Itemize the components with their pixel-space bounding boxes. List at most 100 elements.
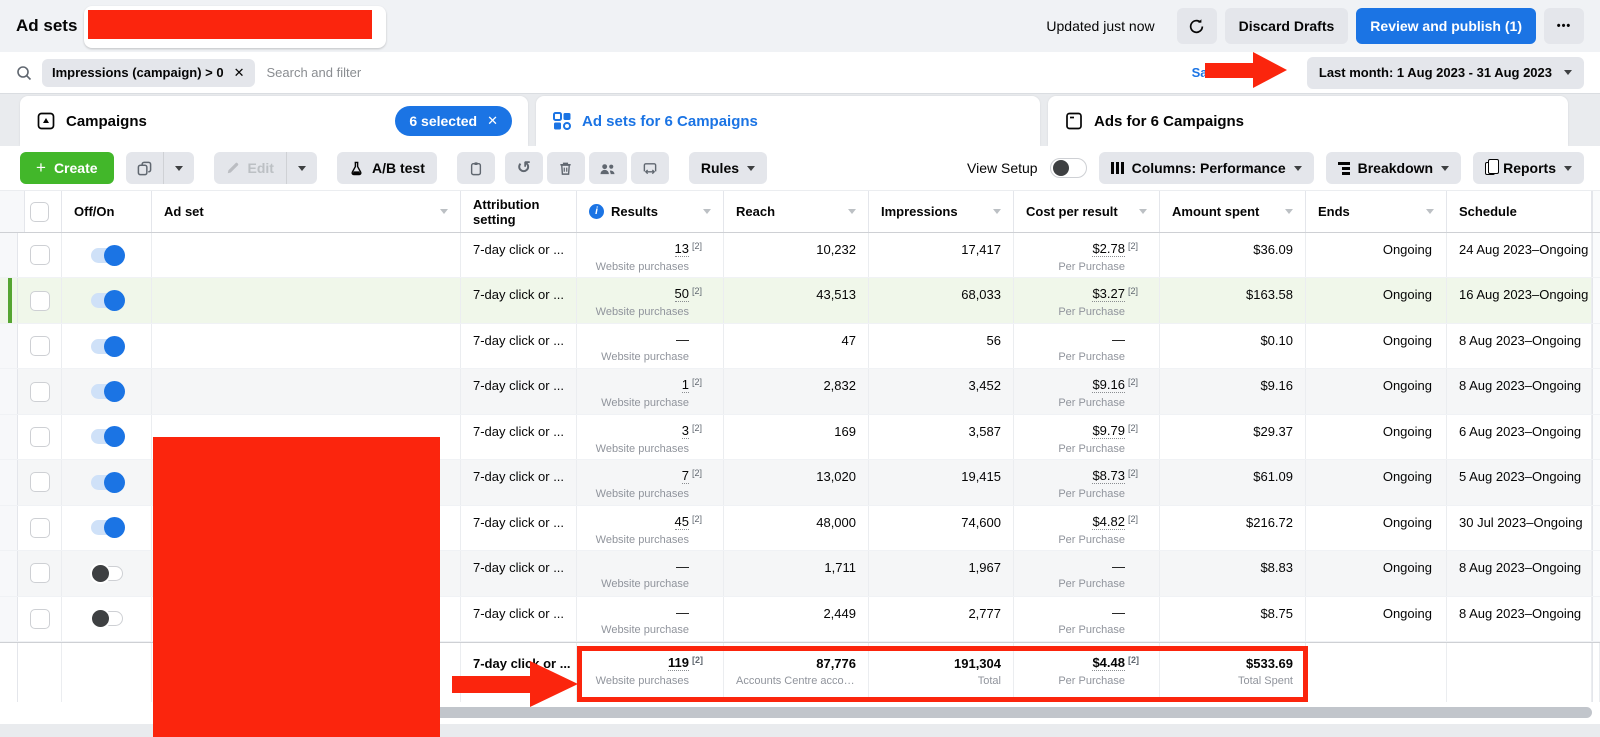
export-embed-button[interactable] (631, 152, 669, 184)
row-checkbox[interactable] (30, 427, 50, 447)
header-attribution[interactable]: Attribution setting (461, 191, 577, 232)
cost-sublabel: Per Purchase (1014, 397, 1159, 410)
pin-note-button[interactable] (457, 152, 495, 184)
row-checkbox[interactable] (30, 382, 50, 402)
results-value[interactable]: 7 (682, 469, 689, 484)
filter-chip-close-icon[interactable]: ✕ (234, 65, 245, 81)
results-value[interactable]: — (676, 606, 689, 620)
results-value[interactable]: — (676, 333, 689, 347)
table-row[interactable]: 7-day click or ... 1[2] Website purchase… (0, 369, 1600, 414)
cost-value[interactable]: — (1112, 333, 1125, 347)
edit-menu-button[interactable] (287, 152, 317, 184)
sort-icon[interactable] (703, 209, 711, 218)
tab-ad-sets[interactable]: Ad sets for 6 Campaigns (536, 96, 1040, 146)
header-amount-spent[interactable]: Amount spent (1160, 191, 1306, 232)
search-input[interactable] (267, 65, 1192, 80)
results-value[interactable]: 50 (675, 287, 689, 302)
flask-icon (349, 161, 364, 176)
selected-count-badge[interactable]: 6 selected ✕ (395, 106, 512, 136)
adset-on-off-toggle[interactable] (91, 611, 123, 626)
table-row[interactable]: 7-day click or ... 13[2] Website purchas… (0, 233, 1600, 278)
cost-value[interactable]: $2.78 (1092, 242, 1125, 257)
duplicate-button[interactable] (126, 152, 164, 184)
discard-drafts-button[interactable]: Discard Drafts (1225, 8, 1349, 44)
sort-icon[interactable] (993, 209, 1001, 218)
cost-value[interactable]: — (1112, 560, 1125, 574)
adset-name-cell[interactable] (152, 324, 461, 368)
sort-icon[interactable] (440, 209, 448, 218)
cost-value[interactable]: — (1112, 606, 1125, 620)
sort-icon[interactable] (1285, 209, 1293, 218)
header-ends[interactable]: Ends (1306, 191, 1447, 232)
review-publish-button[interactable]: Review and publish (1) (1356, 8, 1536, 44)
adset-on-off-toggle[interactable] (91, 293, 123, 308)
tab-campaigns[interactable]: Campaigns 6 selected ✕ (20, 96, 528, 146)
date-range-selector[interactable]: Last month: 1 Aug 2023 - 31 Aug 2023 (1307, 57, 1584, 89)
cost-value[interactable]: $4.82 (1092, 515, 1125, 530)
filter-chip[interactable]: Impressions (campaign) > 0 ✕ (42, 59, 255, 87)
adset-on-off-toggle[interactable] (91, 520, 123, 535)
cost-value[interactable]: $9.16 (1092, 378, 1125, 393)
duplicate-menu-button[interactable] (164, 152, 194, 184)
results-value[interactable]: 1 (682, 378, 689, 393)
sort-icon[interactable] (1139, 209, 1147, 218)
header-schedule[interactable]: Schedule (1447, 191, 1592, 232)
results-value[interactable]: 13 (675, 242, 689, 257)
header-results[interactable]: iResults (577, 191, 724, 232)
row-checkbox[interactable] (30, 291, 50, 311)
adset-on-off-toggle[interactable] (91, 566, 123, 581)
more-icon: ••• (1557, 20, 1572, 32)
horizontal-scrollbar-thumb[interactable] (408, 707, 1592, 718)
cost-value[interactable]: $8.73 (1092, 469, 1125, 484)
row-checkbox[interactable] (30, 472, 50, 492)
header-reach[interactable]: Reach (724, 191, 869, 232)
table-row[interactable]: 7-day click or ... — Website purchase 47… (0, 324, 1600, 369)
clear-selection-icon[interactable]: ✕ (487, 113, 498, 129)
row-checkbox[interactable] (30, 609, 50, 629)
date-range-label: Last month: 1 Aug 2023 - 31 Aug 2023 (1319, 65, 1552, 80)
header-cost-per-result[interactable]: Cost per result (1014, 191, 1160, 232)
schedule-value: 5 Aug 2023–Ongoing (1447, 460, 1592, 504)
columns-button[interactable]: Columns: Performance (1099, 152, 1314, 184)
adset-on-off-toggle[interactable] (91, 475, 123, 490)
ab-test-button[interactable]: A/B test (337, 152, 437, 184)
adset-on-off-toggle[interactable] (91, 248, 123, 263)
adset-name-cell[interactable] (152, 369, 461, 413)
row-checkbox[interactable] (30, 245, 50, 265)
row-checkbox[interactable] (30, 518, 50, 538)
cost-value[interactable]: $9.79 (1092, 424, 1125, 439)
header-impressions[interactable]: Impressions (869, 191, 1014, 232)
breakdown-button[interactable]: Breakdown (1326, 152, 1461, 184)
info-icon[interactable]: i (589, 204, 604, 219)
delete-button[interactable] (547, 152, 585, 184)
cost-value[interactable]: $3.27 (1092, 287, 1125, 302)
sort-icon[interactable] (848, 209, 856, 218)
adset-name-cell[interactable] (152, 278, 461, 322)
results-value[interactable]: 3 (682, 424, 689, 439)
reports-button[interactable]: Reports (1473, 152, 1584, 184)
adset-on-off-toggle[interactable] (91, 384, 123, 399)
table-row[interactable]: 7-day click or ... 50[2] Website purchas… (0, 278, 1600, 323)
create-button[interactable]: + Create (20, 152, 114, 184)
results-value[interactable]: 45 (675, 515, 689, 530)
edit-button[interactable]: Edit (214, 152, 287, 184)
select-all-checkbox[interactable] (30, 202, 49, 222)
more-options-button[interactable]: ••• (1544, 8, 1584, 44)
reach-value: 13,020 (724, 460, 868, 484)
tab-ads[interactable]: Ads for 6 Campaigns (1048, 96, 1568, 146)
refresh-button[interactable] (1177, 8, 1217, 44)
adset-on-off-toggle[interactable] (91, 429, 123, 444)
sort-icon[interactable] (1426, 209, 1434, 218)
view-setup-toggle[interactable] (1050, 158, 1087, 178)
rules-button[interactable]: Rules (689, 152, 767, 184)
row-checkbox[interactable] (30, 336, 50, 356)
header-ad-set[interactable]: Ad set (152, 191, 461, 232)
results-value[interactable]: — (676, 560, 689, 574)
adset-name-cell[interactable] (152, 233, 461, 277)
chevron-down-icon (747, 166, 755, 175)
revert-button[interactable]: ↺ (505, 152, 543, 184)
schedule-value: 8 Aug 2023–Ongoing (1447, 551, 1592, 595)
assign-people-button[interactable] (589, 152, 627, 184)
row-checkbox[interactable] (30, 563, 50, 583)
adset-on-off-toggle[interactable] (91, 339, 123, 354)
